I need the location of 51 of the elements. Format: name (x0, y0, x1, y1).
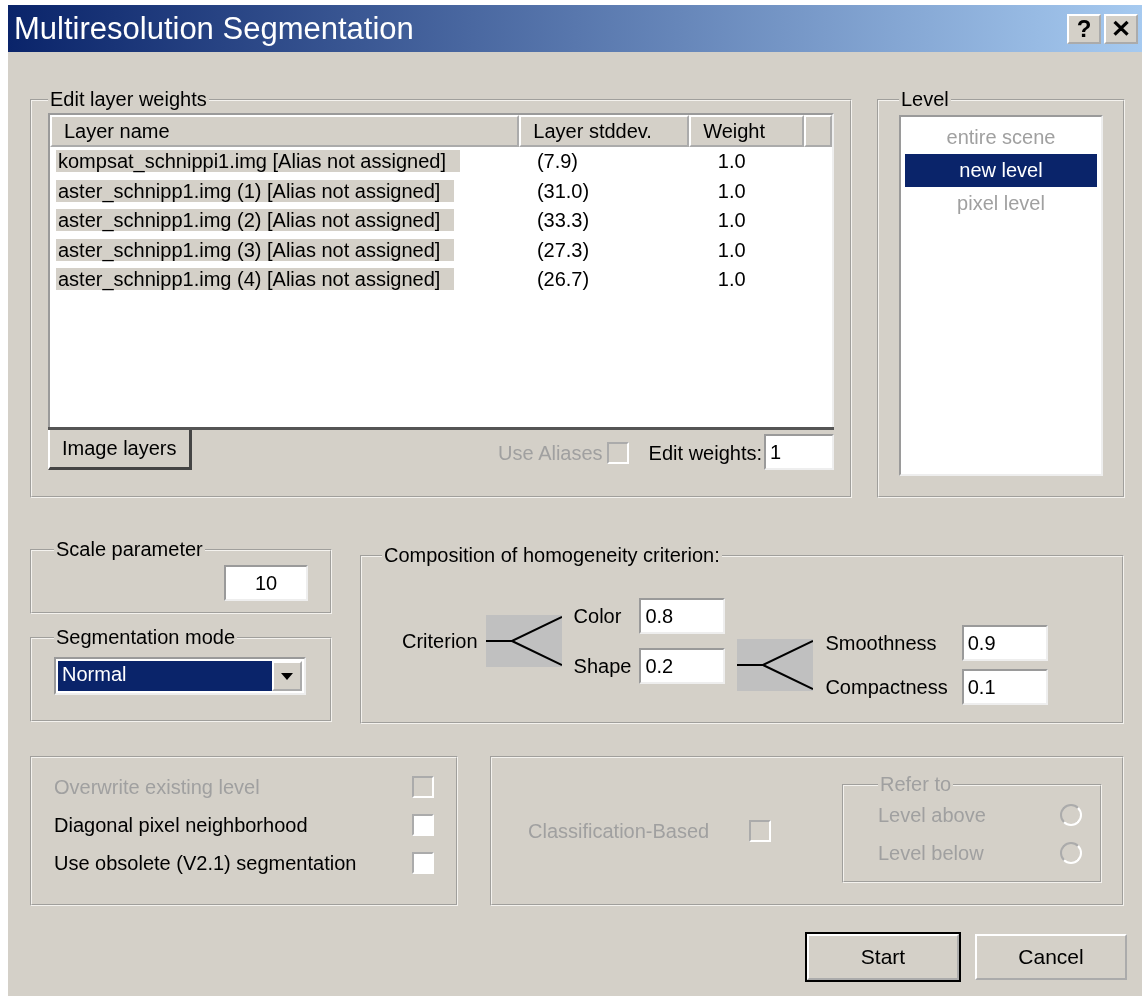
group-title: Level (900, 88, 950, 111)
checkbox-label: Use obsolete (V2.1) segmentation (54, 851, 357, 875)
table-cell-text: 1.0 (716, 238, 747, 262)
column-header[interactable]: Weight (689, 115, 804, 147)
group-title: Composition of homogeneity criterion: (383, 544, 721, 567)
dropdown[interactable]: Normal (54, 657, 306, 695)
group-title: Edit layer weights (49, 88, 208, 111)
value-field[interactable]: 0.9 (961, 625, 1048, 661)
field-label: Color (573, 604, 623, 628)
field-label: Shape (573, 654, 632, 678)
value-field[interactable]: 0.8 (639, 598, 726, 634)
scale-field[interactable]: 10 (224, 565, 308, 601)
table-cell-text: (27.3) (535, 238, 591, 262)
field-label: Smoothness (825, 631, 938, 655)
branch-diagram-icon (485, 615, 562, 667)
start-button[interactable]: Start (807, 934, 959, 980)
window-title: Multiresolution Segmentation (14, 10, 415, 47)
weight-field[interactable]: 1 (764, 434, 834, 470)
title-bar-button[interactable]: ✕ (1104, 13, 1138, 44)
table-cell-text: (7.9) (535, 150, 579, 174)
caret-icon (281, 672, 293, 680)
table-cell-text: (31.0) (535, 179, 591, 203)
table-cell-text: 1.0 (716, 150, 747, 174)
list-item[interactable]: new level (905, 154, 1097, 187)
field-label: Compactness (825, 675, 948, 699)
group-title: Scale parameter (55, 538, 204, 561)
value-field[interactable]: 0.2 (639, 648, 726, 684)
checkbox[interactable] (412, 852, 434, 874)
checkbox-label: Diagonal pixel neighborhood (54, 813, 308, 837)
group-title: Segmentation mode (55, 626, 236, 649)
dropdown-button[interactable] (272, 661, 302, 691)
table-cell-text: 1.0 (716, 268, 747, 292)
table-cell-text: 1.0 (716, 179, 747, 203)
table-cell-text: (33.3) (535, 209, 591, 233)
table-cell: aster_schnipp1.img (4) [Alias not assigned] (56, 268, 455, 291)
field-label: Edit weights: (648, 442, 762, 465)
column-header[interactable]: Layer stddev. (519, 115, 690, 147)
table-cell-text: (26.7) (535, 268, 591, 292)
table-cell: aster_schnipp1.img (2) [Alias not assigned] (56, 209, 455, 232)
table-cell-text: 1.0 (716, 209, 747, 233)
cancel-button[interactable]: Cancel (975, 934, 1127, 980)
branch-diagram-icon (737, 639, 814, 691)
column-header[interactable]: Layer name (50, 115, 520, 147)
table-cell: aster_schnipp1.img (1) [Alias not assigned] (56, 179, 455, 202)
checkbox[interactable] (412, 814, 434, 836)
table-cell: kompsat_schnippi1.img [Alias not assigned] (56, 150, 460, 173)
diagram-label: Criterion (402, 629, 478, 653)
value-field[interactable]: 0.1 (961, 669, 1048, 705)
table-cell: aster_schnipp1.img (3) [Alias not assigned] (56, 238, 455, 261)
title-bar-button[interactable]: ? (1067, 13, 1101, 44)
tab[interactable]: Image layers (48, 430, 192, 470)
